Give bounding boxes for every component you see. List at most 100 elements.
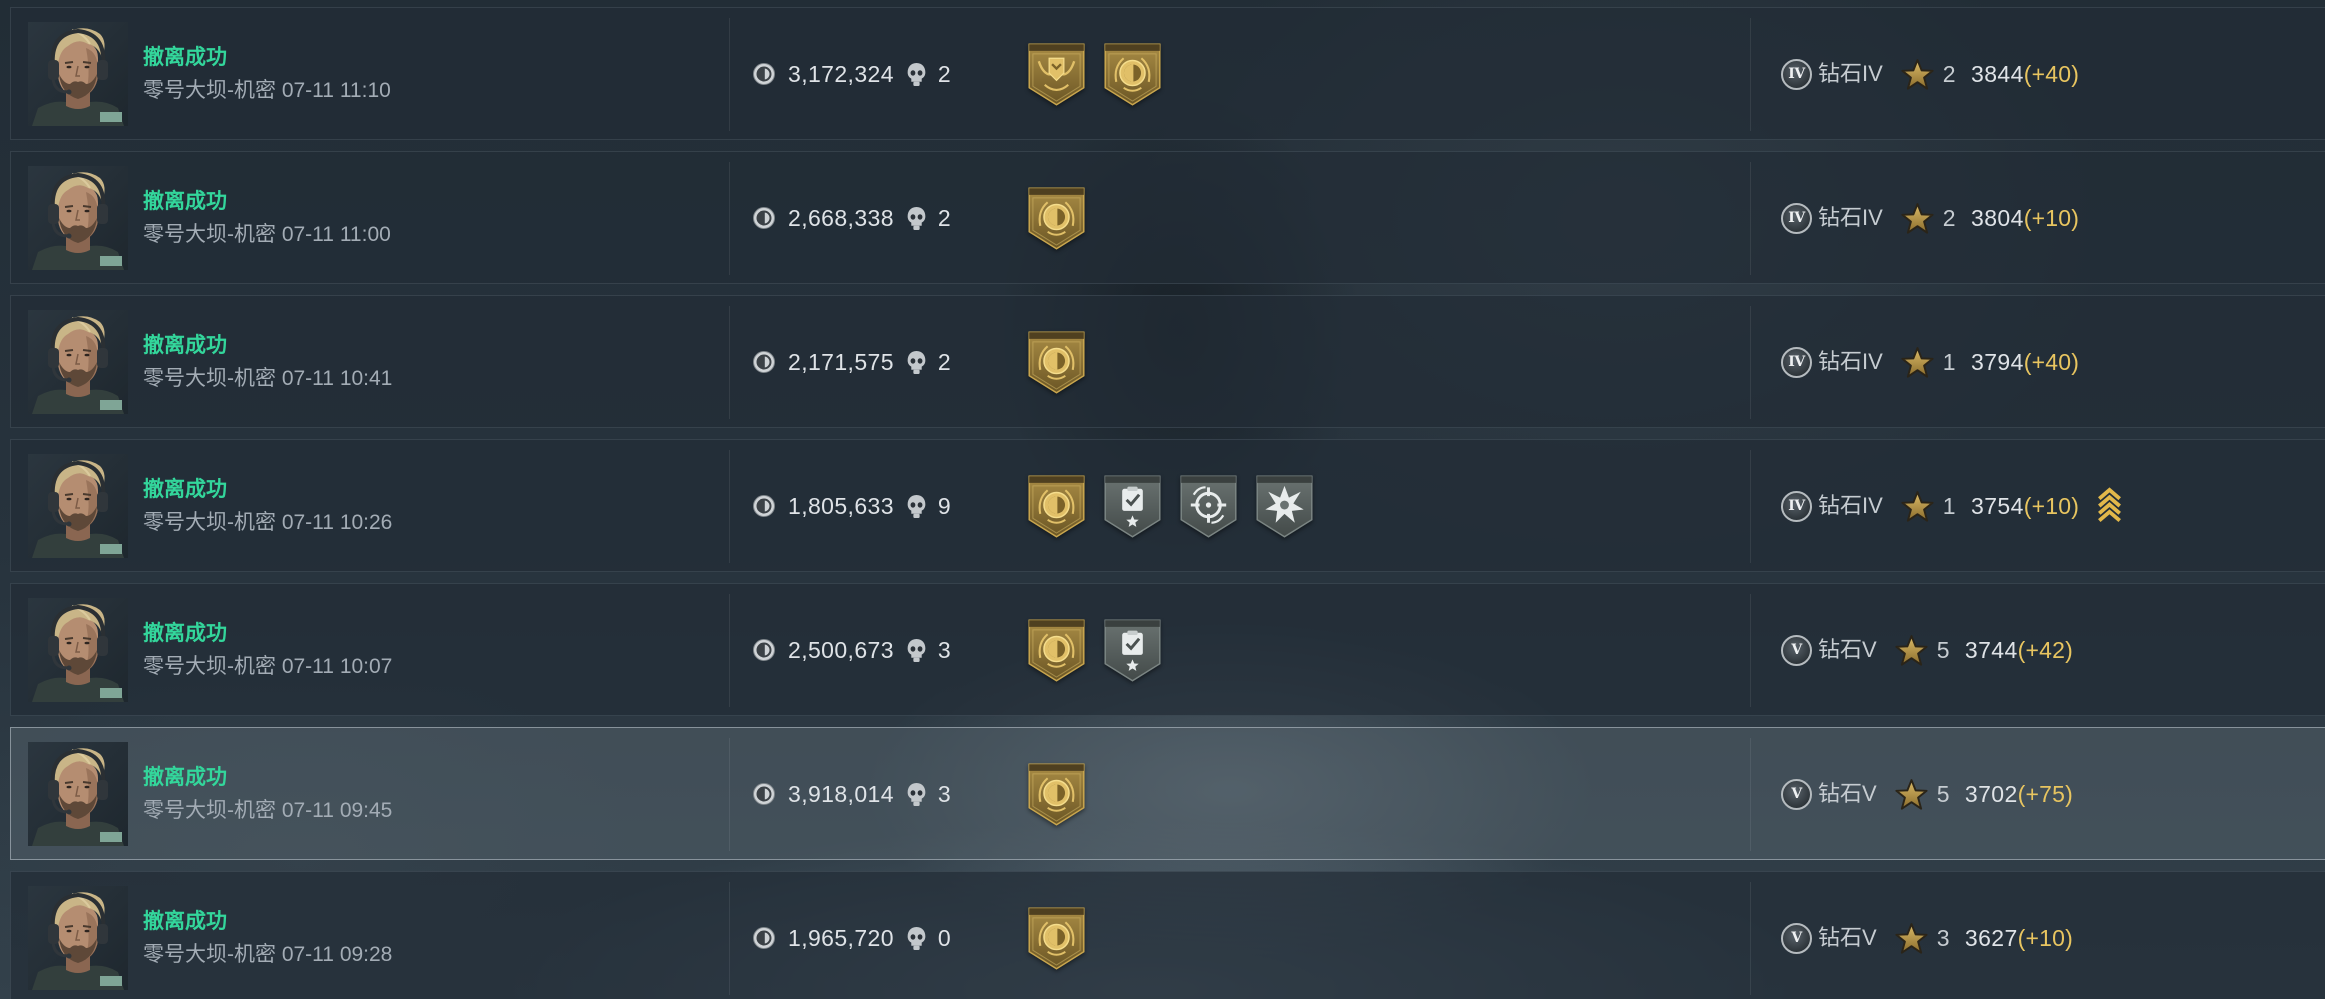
- column-divider: [729, 882, 730, 995]
- score-delta: (+10): [2023, 493, 2080, 519]
- gold-emblem-badge-graphic: [1027, 906, 1086, 971]
- map-and-time: 零号大坝-机密 07-11 09:28: [143, 943, 393, 966]
- kill-count: 2: [937, 349, 952, 375]
- map-and-time: 零号大坝-机密 07-11 11:00: [143, 223, 391, 246]
- operator-avatar: [28, 598, 128, 702]
- extraction-status: 撤离成功: [143, 46, 227, 69]
- column-divider: [729, 738, 730, 851]
- skull-icon-graphic: [906, 350, 927, 375]
- match-row[interactable]: 撤离成功零号大坝-机密 07-11 11:10 3,172,324 2 IV 钻石IV 2…: [10, 7, 2325, 140]
- gold-emblem-badge-graphic: [1027, 186, 1086, 251]
- rank-label: 钻石IV: [1818, 493, 1883, 518]
- rank-tier-icon: IV: [1781, 490, 1812, 522]
- loot-value: 2,171,575: [788, 349, 894, 375]
- star-icon-graphic: [1901, 490, 1934, 523]
- skull-icon: [906, 926, 927, 951]
- skull-icon-graphic: [906, 638, 927, 663]
- star-count: 1: [1942, 349, 1956, 375]
- star-icon: [1895, 634, 1928, 667]
- gold-emblem-badge-icon: [1027, 906, 1086, 971]
- match-row[interactable]: 撤离成功 零号大坝-机密 07-11 10:41 2,171,575 2 IV 钻石IV 1…: [10, 295, 2325, 428]
- gold-emblem-badge-icon: [1027, 618, 1086, 683]
- medal-list: [1027, 762, 1103, 827]
- rank-tier-icon: V: [1781, 778, 1812, 810]
- rank-score: 3702: [1964, 781, 2018, 807]
- gold-emblem-badge-icon: [1027, 474, 1086, 539]
- rank-score: 3744: [1964, 637, 2018, 663]
- star-icon: [1901, 202, 1934, 235]
- operator-portrait-graphic: [28, 454, 128, 558]
- crosshair-badge-graphic: [1179, 474, 1238, 539]
- match-row[interactable]: 撤离成功 零号大坝-机密 07-11 11:00 2,668,338 2 IV 钻石IV 2…: [10, 151, 2325, 284]
- coin-icon-graphic: [752, 206, 776, 230]
- gold-emblem-badge-graphic: [1103, 42, 1162, 107]
- rank-tier-icon: IV: [1781, 202, 1812, 234]
- column-divider: [1750, 450, 1751, 563]
- kill-count: 3: [937, 637, 952, 663]
- column-divider: [1750, 594, 1751, 707]
- score-delta: (+10): [2017, 925, 2074, 951]
- skull-icon: [906, 350, 927, 375]
- rank-info: IV 钻石IV 2 3844 (+40): [1781, 49, 2079, 99]
- coin-icon-graphic: [752, 494, 776, 518]
- rank-score: 3627: [1964, 925, 2018, 951]
- score-delta: (+75): [2017, 781, 2074, 807]
- rank-label: 钻石IV: [1818, 349, 1883, 374]
- coin-icon-graphic: [752, 926, 776, 950]
- skull-icon: [906, 782, 927, 807]
- match-row[interactable]: 撤离成功 零号大坝-机密 07-11 09:28 1,965,720 0 V 钻石V 3 36…: [10, 871, 2325, 999]
- kill-count: 2: [937, 205, 952, 231]
- rank-up-chevrons-icon: [2096, 487, 2123, 525]
- star-icon: [1895, 778, 1928, 811]
- star-count: 5: [1936, 637, 1950, 663]
- gold-emblem-badge-graphic: [1027, 330, 1086, 395]
- column-divider: [1750, 882, 1751, 995]
- extraction-status: 撤离成功: [143, 622, 227, 645]
- operator-portrait-graphic: [28, 742, 128, 846]
- star-icon: [1901, 490, 1934, 523]
- gold-emblem-badge-icon: [1027, 762, 1086, 827]
- medal-list: [1027, 186, 1103, 251]
- skull-icon: [906, 62, 927, 87]
- map-and-time: 零号大坝-机密 07-11 11:10: [143, 79, 391, 102]
- rank-label: 钻石V: [1818, 637, 1877, 662]
- extraction-status: 撤离成功: [143, 766, 227, 789]
- star-icon: [1901, 58, 1934, 91]
- gold-emblem-badge-icon: [1103, 42, 1162, 107]
- rank-info: IV 钻石IV 1 3794 (+40): [1781, 337, 2079, 387]
- map-and-time: 零号大坝-机密 07-11 10:07: [143, 655, 393, 678]
- map-and-time: 零号大坝-机密 07-11 10:41: [143, 367, 393, 390]
- column-divider: [1750, 162, 1751, 275]
- medal-list: [1027, 618, 1179, 683]
- loot-value: 1,805,633: [788, 493, 894, 519]
- coin-icon: [752, 350, 776, 374]
- rank-tier-numeral: V: [1791, 930, 1802, 946]
- star-icon-graphic: [1895, 778, 1928, 811]
- loot-and-kills: 3,918,014 3: [752, 769, 951, 819]
- star-icon-graphic: [1901, 346, 1934, 379]
- rank-label: 钻石V: [1818, 925, 1877, 950]
- gold-emblem-badge-icon: [1027, 186, 1086, 251]
- match-row[interactable]: 撤离成功 零号大坝-机密 07-11 10:26 1,805,633 9 IV 钻石IV 1…: [10, 439, 2325, 572]
- rank-label: 钻石V: [1818, 781, 1877, 806]
- gold-shield-badge-graphic: [1027, 42, 1086, 107]
- rank-score: 3804: [1971, 205, 2024, 231]
- match-row[interactable]: 撤离成功 零号大坝-机密 07-11 09:45 3,918,014 3 V 钻石V 5 37…: [10, 727, 2325, 860]
- rank-score: 3844: [1971, 61, 2024, 87]
- rank-tier-icon: V: [1781, 634, 1812, 666]
- coin-icon: [752, 638, 776, 662]
- match-row[interactable]: 撤离成功零号大坝-机密 07-11 10:07 2,500,673 3 V 钻石V 5 37…: [10, 583, 2325, 716]
- rank-info: V 钻石V 3 3627 (+10): [1781, 913, 2073, 963]
- loot-and-kills: 3,172,324 2: [752, 49, 951, 99]
- loot-value: 3,172,324: [788, 61, 894, 87]
- loot-value: 2,668,338: [788, 205, 894, 231]
- coin-icon: [752, 494, 776, 518]
- medal-list: [1027, 330, 1103, 395]
- star-count: 1: [1942, 493, 1956, 519]
- rank-tier-numeral: V: [1791, 786, 1802, 802]
- coin-icon-graphic: [752, 638, 776, 662]
- skull-icon: [906, 206, 927, 231]
- loot-value: 2,500,673: [788, 637, 894, 663]
- operator-avatar: [28, 742, 128, 846]
- rank-info: IV 钻石IV 1 3754 (+10): [1781, 481, 2123, 531]
